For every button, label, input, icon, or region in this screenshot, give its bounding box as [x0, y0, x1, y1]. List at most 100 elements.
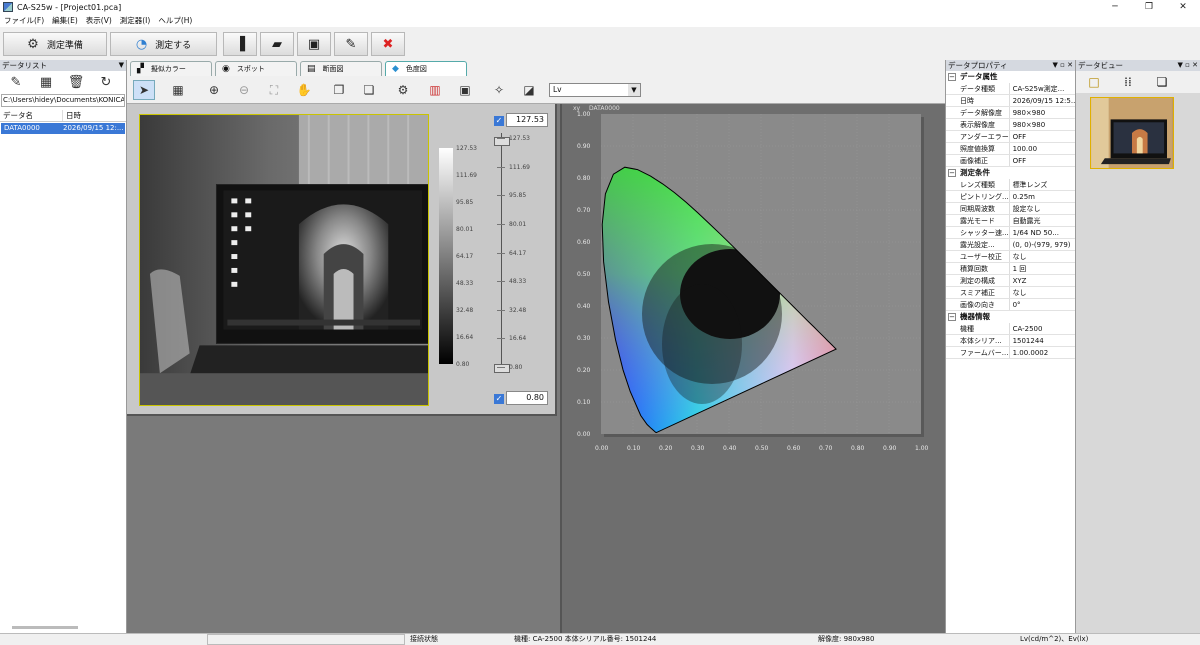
property-row[interactable]: スミア補正 なし [946, 287, 1075, 299]
property-group[interactable]: − データ属性 [946, 71, 1075, 83]
menu-help[interactable]: ヘルプ(H) [158, 15, 192, 26]
property-row[interactable]: レンズ種類 標準レンズ [946, 179, 1075, 191]
minimize-button[interactable]: ─ [1098, 0, 1132, 14]
disconnect-button[interactable]: ✖ [371, 32, 405, 56]
label-tool[interactable]: ◪ [518, 80, 540, 100]
tab-spot[interactable]: ◉ スポット [215, 61, 297, 76]
save-as-button[interactable]: ✎ [334, 32, 368, 56]
column-header-name[interactable]: データ名 [0, 110, 63, 121]
column-header-date[interactable]: 日時 [63, 110, 81, 121]
maximize-button[interactable]: ❐ [1132, 0, 1166, 14]
property-row[interactable]: 露光モード 自動露光 [946, 215, 1075, 227]
property-row[interactable]: 同期周波数 設定なし [946, 203, 1075, 215]
display-settings-tool[interactable]: ⚙ [392, 80, 414, 100]
frame-icon: ▣ [459, 83, 471, 97]
trash-icon[interactable]: 🗑 [66, 75, 86, 90]
display-value-select[interactable]: Lv ▼ [549, 83, 641, 97]
pane-menu-icon[interactable]: ▼ [119, 60, 124, 71]
grid-settings-icon[interactable]: ▦ [36, 75, 56, 90]
status-connection: 接続状態 [410, 635, 438, 643]
property-row[interactable]: 積算回数 1 回 [946, 263, 1075, 275]
property-group[interactable]: − 機器情報 [946, 311, 1075, 323]
property-row[interactable]: 画像の向き 0° [946, 299, 1075, 311]
min-checkbox[interactable]: ✓ [494, 394, 504, 404]
property-group[interactable]: − 測定条件 [946, 167, 1075, 179]
property-key: 露光設定... [946, 239, 1010, 250]
property-row[interactable]: シャッター速... 1/64 ND 50... [946, 227, 1075, 239]
property-key: 画像の向き [946, 299, 1010, 310]
property-row[interactable]: 照度値換算 100.00 [946, 143, 1075, 155]
color-scale-icon: ▥ [429, 83, 441, 97]
property-row[interactable]: ピントリング... 0.25m [946, 191, 1075, 203]
frame-tool[interactable]: ▣ [454, 80, 476, 100]
property-key: 測定の構成 [946, 275, 1010, 286]
property-row[interactable]: ファームバー... 1.00.0002 [946, 347, 1075, 359]
tag-tool[interactable]: ✧ [488, 80, 510, 100]
property-value: OFF [1012, 133, 1027, 141]
copy-tool[interactable]: ❐ [328, 80, 350, 100]
zoom-in-tool[interactable]: ⊕ [203, 80, 225, 100]
property-row[interactable]: 機種 CA-2500 [946, 323, 1075, 335]
zoom-out-tool[interactable]: ⊖ [233, 80, 255, 100]
slider-tick-label: 32.48 [509, 306, 527, 314]
tab-chromaticity[interactable]: ◆ 色度図 [385, 61, 467, 76]
min-value-input[interactable]: 0.80 [506, 391, 548, 405]
path-field[interactable]: C:\Users\hidey\Documents\KONICA [1, 94, 125, 107]
colorbar-label: 0.80 [456, 361, 470, 368]
menu-file[interactable]: ファイル(F) [4, 15, 44, 26]
pointer-tool[interactable]: ➤ [133, 80, 155, 100]
property-row[interactable]: 画像補正 OFF [946, 155, 1075, 167]
chromaticity-diagram[interactable]: xy DATA0000 1.000.900.800.700.600.500.40… [562, 104, 945, 633]
chevron-down-icon: ▼ [628, 84, 640, 96]
max-value-input[interactable]: 127.53 [506, 113, 548, 127]
status-unit: Lv(cd/m^2)、Ev(lx) [1020, 635, 1089, 643]
property-row[interactable]: 表示解像度 980×980 [946, 119, 1075, 131]
x-tick-label: 0.10 [627, 445, 641, 452]
prepare-label: 測定準備 [46, 40, 83, 51]
grid-tool[interactable]: ▦ [167, 80, 189, 100]
data-thumbnail[interactable] [1090, 97, 1174, 169]
new-file-button[interactable]: ▐ [223, 32, 257, 56]
multi-view-icon[interactable]: ⁞⁞ [1118, 75, 1138, 89]
property-row[interactable]: データ種類 CA-S25w測定... [946, 83, 1075, 95]
save-button[interactable]: ▣ [297, 32, 331, 56]
property-key: 本体シリア... [946, 335, 1010, 346]
property-row[interactable]: アンダーエラー OFF [946, 131, 1075, 143]
tab-pseudo-color[interactable]: ▞ 擬似カラー [130, 61, 212, 76]
image-panel: 127.53 111.69 95.85 80.01 64.17 48.33 32.48 16.… [127, 104, 557, 416]
list-item[interactable]: DATA0000 2026/09/15 12:... [1, 123, 125, 134]
open-folder-button[interactable]: ▰ [260, 32, 294, 56]
measure-button[interactable]: ◔ 測定する [110, 32, 217, 56]
collapse-icon[interactable]: − [948, 313, 956, 321]
tab-cross-section[interactable]: ▤ 断面図 [300, 61, 382, 76]
pane-controls-icon[interactable]: ▼ ▫ ✕ [1178, 60, 1198, 71]
luminance-image[interactable] [139, 114, 429, 406]
pan-tool[interactable]: ✋ [293, 80, 315, 100]
copy-view-icon[interactable]: ❏ [1152, 75, 1172, 89]
property-row[interactable]: 日時 2026/09/15 12:5... [946, 95, 1075, 107]
color-scale-tool[interactable]: ▥ [424, 80, 446, 100]
property-row[interactable]: データ解像度 980×980 [946, 107, 1075, 119]
property-row[interactable]: ユーザー校正 なし [946, 251, 1075, 263]
property-row[interactable]: 測定の構成 XYZ [946, 275, 1075, 287]
collapse-icon[interactable]: − [948, 73, 956, 81]
edit-icon[interactable]: ✎ [6, 75, 26, 90]
property-row[interactable]: 露光設定... (0, 0)-(979, 979) [946, 239, 1075, 251]
property-value: (0, 0)-(979, 979) [1012, 241, 1071, 249]
prepare-measurement-button[interactable]: ⚙ 測定準備 [3, 32, 107, 56]
refresh-icon[interactable]: ↻ [96, 75, 116, 90]
close-button[interactable]: ✕ [1166, 0, 1200, 14]
fit-icon: ⛶ [269, 82, 279, 97]
max-checkbox[interactable]: ✓ [494, 116, 504, 126]
pane-controls-icon[interactable]: ▼ ▫ ✕ [1053, 60, 1073, 71]
property-key: 画像補正 [946, 155, 1010, 166]
collapse-icon[interactable]: − [948, 169, 956, 177]
menu-edit[interactable]: 編集(E) [52, 15, 78, 26]
horizontal-scrollbar[interactable] [12, 626, 78, 629]
menu-instrument[interactable]: 測定器(I) [120, 15, 151, 26]
menu-view[interactable]: 表示(V) [86, 15, 112, 26]
fit-tool[interactable]: ⛶ [263, 80, 285, 100]
property-row[interactable]: 本体シリア... 1501244 [946, 335, 1075, 347]
single-view-icon[interactable]: □ [1084, 75, 1104, 89]
copy-data-tool[interactable]: ❏ [358, 80, 380, 100]
